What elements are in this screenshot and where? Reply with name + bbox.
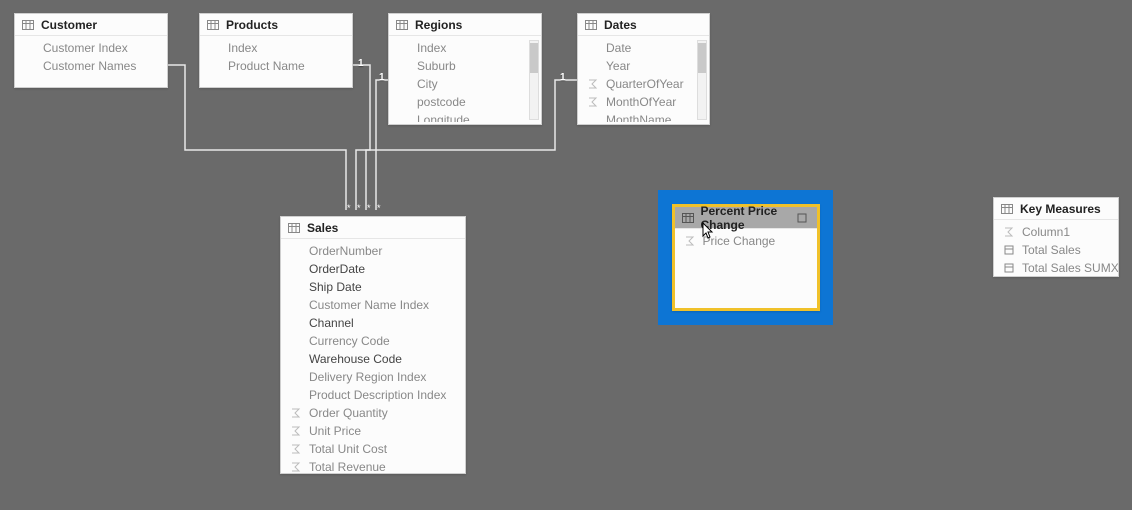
table-products[interactable]: Products Index Product Name [199,13,353,88]
table-key-measures[interactable]: Key Measures Column1 Total Sales Total S… [993,197,1119,277]
table-regions[interactable]: Regions Index Suburb City postcode Longi… [388,13,542,125]
sigma-icon [1002,225,1016,239]
table-header-customer[interactable]: Customer [15,14,167,36]
sigma-icon [683,234,697,248]
column-item[interactable]: Product Description Index [309,388,446,402]
column-item[interactable]: Year [606,59,630,73]
column-item[interactable]: Unit Price [309,424,361,438]
column-item[interactable]: Column1 [1022,225,1070,239]
scrollbar-thumb[interactable] [530,43,538,73]
column-item[interactable]: Channel [309,316,354,330]
sigma-icon [586,77,600,91]
selection-highlight: Percent Price Change Price Change [658,190,833,325]
column-list: Index Suburb City postcode Longitude [389,36,541,122]
scrollbar-thumb[interactable] [698,43,706,73]
sigma-icon [586,95,600,109]
table-icon [584,18,598,32]
column-item[interactable]: Delivery Region Index [309,370,426,384]
column-item[interactable]: Price Change [703,234,776,248]
table-header-percent[interactable]: Percent Price Change [675,207,817,229]
table-header-dates[interactable]: Dates [578,14,709,36]
table-icon [206,18,220,32]
table-icon [1000,202,1014,216]
column-item[interactable]: Currency Code [309,334,390,348]
model-canvas[interactable]: 1 1 1 1 * * * * Customer Customer Index … [0,0,1132,510]
table-title: Dates [604,18,637,32]
column-item[interactable]: QuarterOfYear [606,77,684,91]
table-title: Sales [307,221,338,235]
table-title: Products [226,18,278,32]
column-item[interactable]: Customer Names [43,59,136,73]
column-item[interactable]: postcode [417,95,466,109]
sigma-icon [289,460,303,473]
column-item[interactable]: Longitude [417,113,470,122]
sigma-icon [289,406,303,420]
table-title: Customer [41,18,97,32]
column-item[interactable]: Index [417,41,446,55]
column-item[interactable]: Date [606,41,631,55]
table-customer[interactable]: Customer Customer Index Customer Names [14,13,168,88]
table-header-key[interactable]: Key Measures [994,198,1118,220]
column-item[interactable]: Total Revenue [309,460,386,473]
table-header-regions[interactable]: Regions [389,14,541,36]
cardinality-one: 1 [358,58,364,69]
column-list: Index Product Name [200,36,352,80]
column-list: OrderNumber OrderDate Ship Date Customer… [281,239,465,473]
sigma-icon [289,442,303,456]
column-item[interactable]: Customer Index [43,41,128,55]
column-item[interactable]: Total Sales [1022,243,1081,257]
column-item[interactable]: Index [228,41,257,55]
column-item[interactable]: Order Quantity [309,406,388,420]
table-dates[interactable]: Dates Date Year QuarterOfYear MonthOfYea… [577,13,710,125]
measure-icon [1002,243,1016,257]
table-icon [287,221,301,235]
column-list: Price Change [675,229,817,255]
measure-icon [1002,261,1016,275]
cardinality-many: * * * * [347,203,383,213]
table-title: Key Measures [1020,202,1101,216]
column-list: Date Year QuarterOfYear MonthOfYear Mont… [578,36,709,122]
table-title: Regions [415,18,462,32]
scrollbar[interactable] [529,40,539,120]
column-item[interactable]: MonthOfYear [606,95,676,109]
table-icon [21,18,35,32]
table-percent-price-change[interactable]: Percent Price Change Price Change [672,204,820,311]
column-item[interactable]: Suburb [417,59,456,73]
sigma-icon [289,424,303,438]
relationship-lines [0,0,1132,510]
column-item[interactable]: Customer Name Index [309,298,429,312]
column-item[interactable]: OrderDate [309,262,365,276]
table-header-sales[interactable]: Sales [281,217,465,239]
cardinality-one: 1 [560,72,566,83]
expand-icon[interactable] [795,211,809,225]
column-list: Column1 Total Sales Total Sales SUMX [994,220,1118,276]
table-sales[interactable]: Sales OrderNumber OrderDate Ship Date Cu… [280,216,466,474]
table-title: Percent Price Change [701,204,789,232]
table-icon [395,18,409,32]
column-item[interactable]: MonthName [606,113,671,122]
column-item[interactable]: Ship Date [309,280,362,294]
table-header-products[interactable]: Products [200,14,352,36]
table-icon [681,211,695,225]
column-item[interactable]: City [417,77,438,91]
column-item[interactable]: Warehouse Code [309,352,402,366]
column-item[interactable]: OrderNumber [309,244,382,258]
column-item[interactable]: Total Sales SUMX [1022,261,1118,275]
column-list: Customer Index Customer Names [15,36,167,80]
column-item[interactable]: Total Unit Cost [309,442,387,456]
cardinality-one: 1 [379,72,385,83]
column-item[interactable]: Product Name [228,59,305,73]
scrollbar[interactable] [697,40,707,120]
